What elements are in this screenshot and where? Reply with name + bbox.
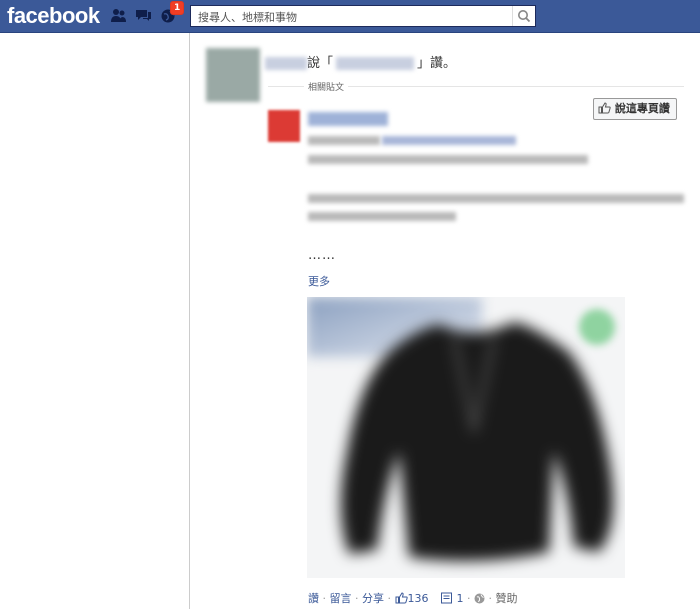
page-name[interactable] xyxy=(308,112,388,126)
post-text-blurred xyxy=(308,212,456,221)
said-suffix: 」讚。 xyxy=(417,56,457,71)
search-icon xyxy=(518,10,531,23)
separator: · xyxy=(322,592,327,605)
story-header: 說「 」讚。 xyxy=(265,52,456,71)
thumbs-up-icon xyxy=(598,102,611,114)
said-prefix: 說「 xyxy=(307,56,334,71)
friend-name[interactable] xyxy=(265,57,307,70)
post-ellipsis: …… xyxy=(308,248,336,263)
separator: · xyxy=(467,592,471,605)
separator: · xyxy=(488,592,493,605)
related-posts-label: 相關貼文 xyxy=(304,80,349,93)
globe-icon xyxy=(474,593,485,604)
top-bar: facebook 1 xyxy=(0,0,700,33)
post-link-blurred[interactable] xyxy=(382,136,516,145)
like-link[interactable]: 讚 xyxy=(308,592,319,605)
page-name-link[interactable] xyxy=(336,57,415,70)
like-page-label: 說這專頁讚 xyxy=(614,102,670,115)
post-actions: 讚 · 留言 · 分享 · 136 1 · · 贊助 xyxy=(308,590,518,606)
like-count[interactable]: 136 xyxy=(408,592,429,605)
comment-count-icon xyxy=(441,592,452,604)
jacket-image xyxy=(340,322,614,561)
search-button[interactable] xyxy=(512,6,535,26)
post-photo[interactable] xyxy=(307,297,625,578)
share-link[interactable]: 分享 xyxy=(362,592,384,605)
friend-requests-icon[interactable] xyxy=(110,8,127,23)
search-input[interactable] xyxy=(196,7,510,27)
post-text-blurred xyxy=(308,194,684,203)
post-text-blurred xyxy=(308,155,588,164)
like-page-button[interactable]: 說這專頁讚 xyxy=(593,98,677,120)
post-text-blurred xyxy=(308,136,380,145)
messages-icon[interactable] xyxy=(135,8,152,23)
search-box xyxy=(190,5,536,27)
separator: · xyxy=(355,592,359,605)
friend-avatar[interactable] xyxy=(206,48,260,102)
separator: · xyxy=(387,592,392,605)
comment-count[interactable]: 1 xyxy=(457,592,464,605)
sponsored-label[interactable]: 贊助 xyxy=(496,592,518,605)
related-posts-divider: 相關貼文 xyxy=(268,80,684,93)
comment-link[interactable]: 留言 xyxy=(330,592,352,605)
left-sidebar xyxy=(0,33,190,609)
page-profile-picture[interactable] xyxy=(268,110,300,142)
see-more-link[interactable]: 更多 xyxy=(308,273,330,289)
like-count-icon xyxy=(395,592,408,604)
notification-count-badge: 1 xyxy=(170,1,185,15)
facebook-logo[interactable]: facebook xyxy=(7,3,100,29)
